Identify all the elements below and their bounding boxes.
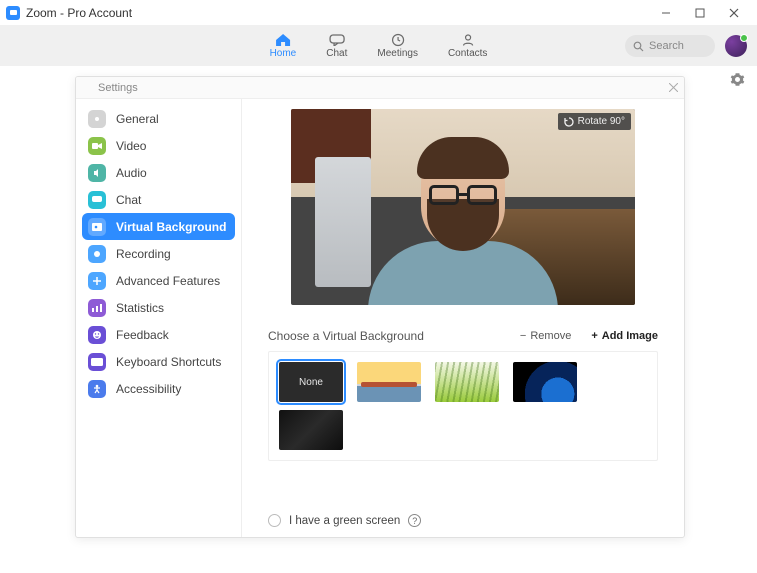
settings-main: Rotate 90° Choose a Virtual Background −… <box>242 99 684 537</box>
green-screen-checkbox[interactable] <box>268 514 281 527</box>
rotate-button[interactable]: Rotate 90° <box>558 113 631 130</box>
record-icon <box>88 245 106 263</box>
minimize-button[interactable] <box>649 0 683 26</box>
nav-home[interactable]: Home <box>270 33 297 59</box>
sidebar-item-chat[interactable]: Chat <box>82 186 235 213</box>
bg-thumb-bridge[interactable] <box>357 362 421 402</box>
bg-thumb-custom[interactable] <box>279 410 343 450</box>
contact-icon <box>459 33 477 47</box>
chat-icon <box>328 33 346 47</box>
keyboard-icon <box>88 353 106 371</box>
sidebar-item-video[interactable]: Video <box>82 132 235 159</box>
sidebar-item-label: Video <box>116 139 146 153</box>
nav-chat[interactable]: Chat <box>326 33 347 59</box>
video-icon <box>88 137 106 155</box>
sidebar-item-label: Virtual Background <box>116 220 226 234</box>
window-title: Zoom - Pro Account <box>26 6 132 20</box>
audio-icon <box>88 164 106 182</box>
remove-background-button[interactable]: − Remove <box>520 330 571 342</box>
content-area: Settings General Video Audio <box>0 66 757 573</box>
chat-icon <box>88 191 106 209</box>
settings-titlebar: Settings <box>76 77 684 99</box>
nav-meetings[interactable]: Meetings <box>377 33 418 59</box>
close-button[interactable] <box>717 0 751 26</box>
sidebar-item-label: General <box>116 112 159 126</box>
sidebar-item-general[interactable]: General <box>82 105 235 132</box>
nav-label: Home <box>270 48 297 59</box>
camera-preview: Rotate 90° <box>291 109 635 305</box>
bg-thumb-earth[interactable] <box>513 362 577 402</box>
sidebar-item-advanced[interactable]: Advanced Features <box>82 267 235 294</box>
nav-label: Chat <box>326 48 347 59</box>
top-nav: Home Chat Meetings Contacts Search <box>0 26 757 66</box>
feedback-icon <box>88 326 106 344</box>
home-icon <box>274 33 292 47</box>
sidebar-item-label: Chat <box>116 193 141 207</box>
search-input[interactable]: Search <box>625 35 715 57</box>
stats-icon <box>88 299 106 317</box>
sidebar-item-audio[interactable]: Audio <box>82 159 235 186</box>
plus-icon: + <box>591 330 597 342</box>
sidebar-item-label: Recording <box>116 247 171 261</box>
virtual-bg-icon <box>88 218 106 236</box>
green-screen-label: I have a green screen <box>289 515 400 527</box>
advanced-icon <box>88 272 106 290</box>
help-icon[interactable]: ? <box>408 514 421 527</box>
search-icon <box>633 41 644 52</box>
sidebar-item-label: Keyboard Shortcuts <box>116 355 221 369</box>
nav-contacts[interactable]: Contacts <box>448 33 487 59</box>
profile-avatar[interactable] <box>725 35 747 57</box>
window-titlebar: Zoom - Pro Account <box>0 0 757 26</box>
sidebar-item-recording[interactable]: Recording <box>82 240 235 267</box>
sidebar-item-feedback[interactable]: Feedback <box>82 321 235 348</box>
settings-gear-icon[interactable] <box>730 72 745 87</box>
sidebar-item-accessibility[interactable]: Accessibility <box>82 375 235 402</box>
zoom-app-icon <box>82 82 93 93</box>
nav-label: Contacts <box>448 48 487 59</box>
settings-close-button[interactable] <box>669 83 678 92</box>
sidebar-item-statistics[interactable]: Statistics <box>82 294 235 321</box>
zoom-app-icon <box>6 6 20 20</box>
settings-window: Settings General Video Audio <box>75 76 685 538</box>
background-grid: None <box>268 351 658 461</box>
sidebar-item-label: Accessibility <box>116 382 181 396</box>
rotate-icon <box>564 117 574 127</box>
search-placeholder: Search <box>649 40 684 52</box>
section-title: Choose a Virtual Background <box>268 329 520 343</box>
nav-label: Meetings <box>377 48 418 59</box>
minus-icon: − <box>520 330 526 342</box>
sidebar-item-shortcuts[interactable]: Keyboard Shortcuts <box>82 348 235 375</box>
add-image-button[interactable]: + Add Image <box>591 330 658 342</box>
settings-window-title: Settings <box>98 82 138 94</box>
sidebar-item-label: Audio <box>116 166 147 180</box>
bg-thumb-grass[interactable] <box>435 362 499 402</box>
maximize-button[interactable] <box>683 0 717 26</box>
settings-sidebar: General Video Audio Chat Virtual Backgro… <box>76 99 242 537</box>
bg-thumb-none[interactable]: None <box>279 362 343 402</box>
clock-icon <box>389 33 407 47</box>
sidebar-item-label: Feedback <box>116 328 169 342</box>
accessibility-icon <box>88 380 106 398</box>
sidebar-item-virtual-background[interactable]: Virtual Background <box>82 213 235 240</box>
sidebar-item-label: Advanced Features <box>116 274 220 288</box>
gear-icon <box>88 110 106 128</box>
rotate-label: Rotate 90° <box>578 116 625 127</box>
sidebar-item-label: Statistics <box>116 301 164 315</box>
